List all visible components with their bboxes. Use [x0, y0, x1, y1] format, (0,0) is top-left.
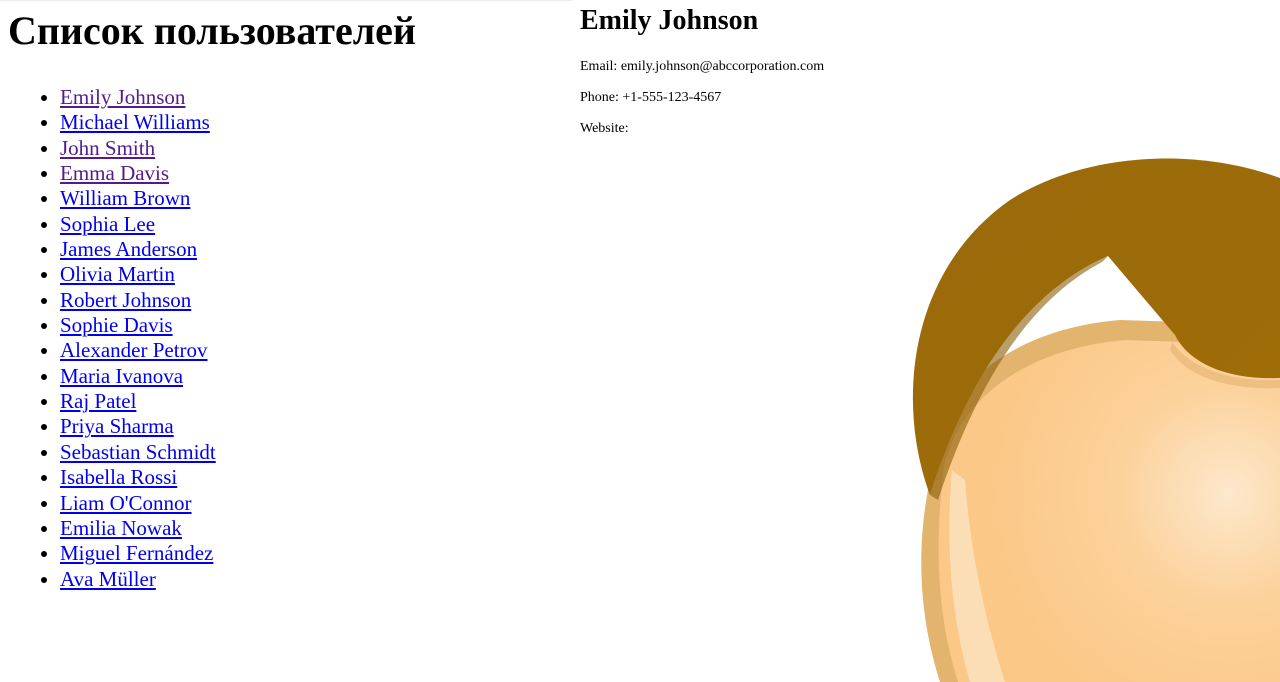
user-link[interactable]: James Anderson	[60, 237, 197, 261]
user-link[interactable]: Maria Ivanova	[60, 364, 183, 388]
user-link[interactable]: Olivia Martin	[60, 262, 175, 286]
user-list-item: Maria Ivanova	[60, 364, 216, 389]
user-list-item: Alexander Petrov	[60, 338, 216, 363]
user-avatar-icon	[912, 158, 1280, 682]
user-link[interactable]: Sophia Lee	[60, 212, 155, 236]
user-list-item: Robert Johnson	[60, 288, 216, 313]
user-detail-website: Website:	[580, 121, 629, 136]
user-link[interactable]: Emma Davis	[60, 161, 169, 185]
user-list-item: Sophia Lee	[60, 212, 216, 237]
user-link[interactable]: Sophie Davis	[60, 313, 173, 337]
user-list-item: Sophie Davis	[60, 313, 216, 338]
user-list-pane: Список пользователей Emily JohnsonMichae…	[0, 0, 572, 682]
user-list-item: Emilia Nowak	[60, 516, 216, 541]
user-link[interactable]: John Smith	[60, 136, 155, 160]
user-link[interactable]: Isabella Rossi	[60, 465, 177, 489]
user-list-item: Olivia Martin	[60, 262, 216, 287]
user-list-item: Michael Williams	[60, 110, 216, 135]
user-link[interactable]: Michael Williams	[60, 110, 210, 134]
user-link[interactable]: Alexander Petrov	[60, 338, 208, 362]
user-link[interactable]: Raj Patel	[60, 389, 136, 413]
user-list-item: Emma Davis	[60, 161, 216, 186]
user-link[interactable]: Emilia Nowak	[60, 516, 182, 540]
user-list: Emily JohnsonMichael WilliamsJohn SmithE…	[20, 85, 216, 592]
user-link[interactable]: Robert Johnson	[60, 288, 191, 312]
page-title: Список пользователей	[8, 8, 416, 53]
user-list-item: Miguel Fernández	[60, 541, 216, 566]
user-detail-email: Email: emily.johnson@abccorporation.com	[580, 59, 825, 74]
user-list-item: Priya Sharma	[60, 414, 216, 439]
page: Список пользователей Emily JohnsonMichae…	[0, 0, 1280, 682]
user-list-item: William Brown	[60, 186, 216, 211]
user-detail-name: Emily Johnson	[580, 5, 759, 36]
user-list-item: Isabella Rossi	[60, 465, 216, 490]
user-detail-phone: Phone: +1-555-123-4567	[580, 90, 722, 105]
user-link[interactable]: Priya Sharma	[60, 414, 174, 438]
user-link[interactable]: Emily Johnson	[60, 85, 185, 109]
user-list-item: John Smith	[60, 136, 216, 161]
user-link[interactable]: Ava Müller	[60, 567, 156, 591]
user-link[interactable]: Miguel Fernández	[60, 541, 213, 565]
user-list-item: Ava Müller	[60, 567, 216, 592]
user-link[interactable]: Liam O'Connor	[60, 491, 192, 515]
user-list-item: Liam O'Connor	[60, 491, 216, 516]
user-link[interactable]: William Brown	[60, 186, 190, 210]
user-list-item: Emily Johnson	[60, 85, 216, 110]
user-list-item: Sebastian Schmidt	[60, 440, 216, 465]
user-detail-pane: Emily Johnson Email: emily.johnson@abcco…	[572, 0, 1280, 682]
user-list-item: Raj Patel	[60, 389, 216, 414]
user-link[interactable]: Sebastian Schmidt	[60, 440, 216, 464]
user-list-item: James Anderson	[60, 237, 216, 262]
